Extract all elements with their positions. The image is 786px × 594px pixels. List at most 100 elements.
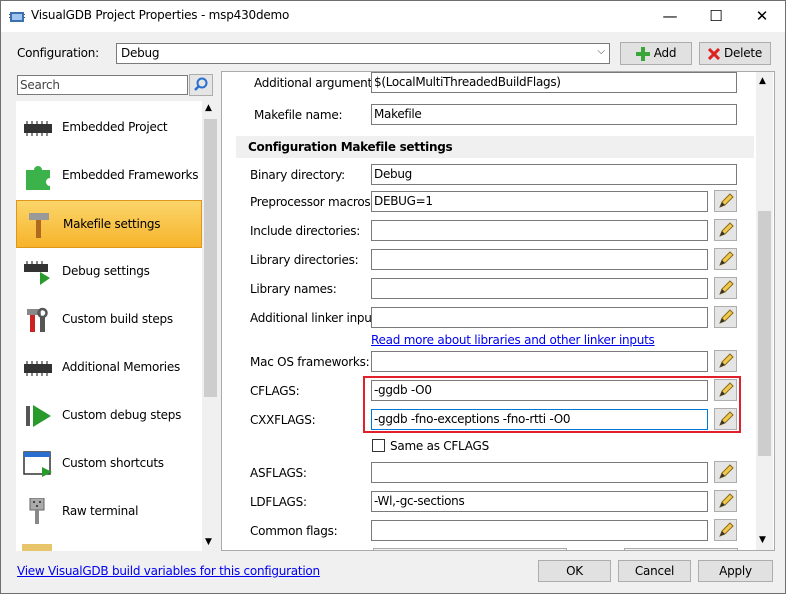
settings-scroll-thumb[interactable] bbox=[758, 211, 771, 456]
plus-icon bbox=[635, 46, 650, 61]
edit-asflags-button[interactable] bbox=[714, 461, 737, 483]
additional-arguments-input[interactable]: $(LocalMultiThreadedBuildFlags) bbox=[371, 72, 737, 93]
sidebar-item-label: Embedded Project bbox=[62, 120, 168, 134]
maximize-icon: ☐ bbox=[709, 7, 723, 25]
library-names-label: Library names: bbox=[250, 282, 337, 296]
close-button[interactable]: ✕ bbox=[739, 1, 785, 32]
sidebar: Embedded Project Embedded Frameworks Mak… bbox=[16, 101, 219, 551]
edit-ldflags-button[interactable] bbox=[714, 490, 737, 512]
edit-preprocessor-macros-button[interactable] bbox=[714, 190, 737, 212]
sidebar-item-label: Custom debug steps bbox=[62, 408, 182, 422]
library-directories-input[interactable] bbox=[371, 249, 708, 270]
project-properties-window: VisualGDB Project Properties - msp430dem… bbox=[0, 0, 786, 594]
configuration-value: Debug bbox=[121, 46, 160, 60]
play-icon bbox=[26, 405, 51, 427]
add-label: Add bbox=[653, 46, 677, 60]
common-flags-input[interactable] bbox=[371, 520, 708, 541]
search-placeholder: Search bbox=[20, 78, 60, 92]
puzzle-icon bbox=[26, 166, 50, 190]
edit-additional-linker-inputs-button[interactable] bbox=[714, 306, 737, 328]
edit-common-flags-button[interactable] bbox=[714, 519, 737, 541]
sidebar-item-custom-shortcuts[interactable]: Custom shortcuts bbox=[16, 440, 202, 488]
edit-library-names-button[interactable] bbox=[714, 277, 737, 299]
pencil-icon bbox=[719, 193, 734, 208]
pencil-icon bbox=[719, 309, 734, 324]
folder-icon bbox=[22, 544, 52, 551]
mac-os-frameworks-label: Mac OS frameworks: bbox=[250, 355, 370, 369]
build-variables-link[interactable]: View VisualGDB build variables for this … bbox=[17, 564, 320, 578]
pencil-icon bbox=[719, 493, 734, 508]
asflags-input[interactable] bbox=[371, 462, 708, 483]
flags-highlight-box bbox=[363, 376, 741, 433]
tools-icon bbox=[27, 307, 48, 332]
partial-row-control bbox=[373, 548, 567, 550]
sidebar-item-label: Embedded Frameworks bbox=[62, 168, 199, 182]
makefile-name-input[interactable]: Makefile bbox=[371, 104, 737, 125]
ok-button[interactable]: OK bbox=[538, 560, 611, 582]
cancel-button[interactable]: Cancel bbox=[618, 560, 691, 582]
ldflags-label: LDFLAGS: bbox=[250, 495, 307, 509]
search-button[interactable] bbox=[189, 74, 213, 96]
chip-icon bbox=[24, 121, 52, 136]
include-directories-input[interactable] bbox=[371, 220, 708, 241]
sidebar-item-label: Makefile settings bbox=[63, 217, 161, 231]
chip-icon bbox=[24, 361, 52, 376]
sidebar-item-label: Custom shortcuts bbox=[62, 456, 164, 470]
search-input[interactable]: Search bbox=[17, 75, 188, 95]
library-names-input[interactable] bbox=[371, 278, 708, 299]
scroll-down-icon: ▼ bbox=[759, 535, 766, 545]
maximize-button[interactable]: ☐ bbox=[693, 1, 739, 32]
scroll-up-icon: ▲ bbox=[759, 76, 766, 86]
sidebar-item-debug-settings[interactable]: Debug settings bbox=[16, 248, 202, 296]
minimize-button[interactable]: — bbox=[647, 1, 693, 32]
binary-directory-input[interactable]: Debug bbox=[371, 164, 737, 185]
sidebar-item-custom-debug-steps[interactable]: Custom debug steps bbox=[16, 392, 202, 440]
sidebar-item-custom-build-steps[interactable]: Custom build steps bbox=[16, 296, 202, 344]
visualgdb-app-icon bbox=[9, 12, 25, 22]
sidebar-item-embedded-frameworks[interactable]: Embedded Frameworks bbox=[16, 152, 202, 200]
pencil-icon bbox=[719, 522, 734, 537]
pencil-icon bbox=[719, 464, 734, 479]
library-directories-label: Library directories: bbox=[250, 253, 359, 267]
edit-library-directories-button[interactable] bbox=[714, 248, 737, 270]
add-configuration-button[interactable]: Add bbox=[620, 42, 692, 65]
preprocessor-macros-input[interactable]: DEBUG=1 bbox=[371, 191, 708, 212]
asflags-label: ASFLAGS: bbox=[250, 466, 307, 480]
preprocessor-macros-label: Preprocessor macros: bbox=[250, 195, 375, 209]
settings-panel: Additional arguments: $(LocalMultiThread… bbox=[221, 71, 775, 551]
additional-arguments-label: Additional arguments: bbox=[254, 76, 382, 90]
configuration-label: Configuration: bbox=[17, 46, 99, 60]
additional-linker-inputs-label: Additional linker inputs: bbox=[250, 311, 386, 325]
pencil-icon bbox=[719, 280, 734, 295]
window-title: VisualGDB Project Properties - msp430dem… bbox=[31, 8, 290, 22]
partial-row-control bbox=[624, 548, 738, 550]
additional-linker-inputs-input[interactable] bbox=[371, 307, 708, 328]
binary-directory-label: Binary directory: bbox=[250, 168, 345, 182]
window-icon bbox=[23, 451, 52, 477]
sidebar-scroll-thumb[interactable] bbox=[204, 119, 217, 397]
sidebar-scrollbar[interactable]: ▲ ▼ bbox=[202, 101, 219, 551]
scroll-up-icon: ▲ bbox=[205, 103, 212, 113]
sidebar-item-makefile-settings[interactable]: Makefile settings bbox=[16, 200, 202, 248]
edit-mac-os-frameworks-button[interactable] bbox=[714, 350, 737, 372]
delete-configuration-button[interactable]: Delete bbox=[699, 42, 771, 65]
linker-inputs-help-link[interactable]: Read more about libraries and other link… bbox=[371, 333, 655, 347]
sidebar-item-raw-terminal[interactable]: Raw terminal bbox=[16, 488, 202, 536]
hammer-icon bbox=[29, 213, 49, 238]
apply-button[interactable]: Apply bbox=[698, 560, 773, 582]
configuration-dropdown[interactable]: Debug ⌵ bbox=[116, 43, 610, 64]
sidebar-item-label: Debug settings bbox=[62, 264, 150, 278]
cxxflags-label: CXXFLAGS: bbox=[250, 413, 316, 427]
minimize-icon: — bbox=[662, 7, 678, 25]
sidebar-item-embedded-project[interactable]: Embedded Project bbox=[16, 104, 202, 152]
pencil-icon bbox=[719, 222, 734, 237]
sidebar-item-label: Additional Memories bbox=[62, 360, 180, 374]
sidebar-item-additional-memories[interactable]: Additional Memories bbox=[16, 344, 202, 392]
mac-os-frameworks-input[interactable] bbox=[371, 351, 708, 372]
delete-label: Delete bbox=[724, 46, 762, 60]
same-as-cflags-checkbox[interactable] bbox=[372, 439, 385, 452]
edit-include-directories-button[interactable] bbox=[714, 219, 737, 241]
common-flags-label: Common flags: bbox=[250, 524, 338, 538]
ldflags-input[interactable]: -Wl,-gc-sections bbox=[371, 491, 708, 512]
pencil-icon bbox=[719, 353, 734, 368]
